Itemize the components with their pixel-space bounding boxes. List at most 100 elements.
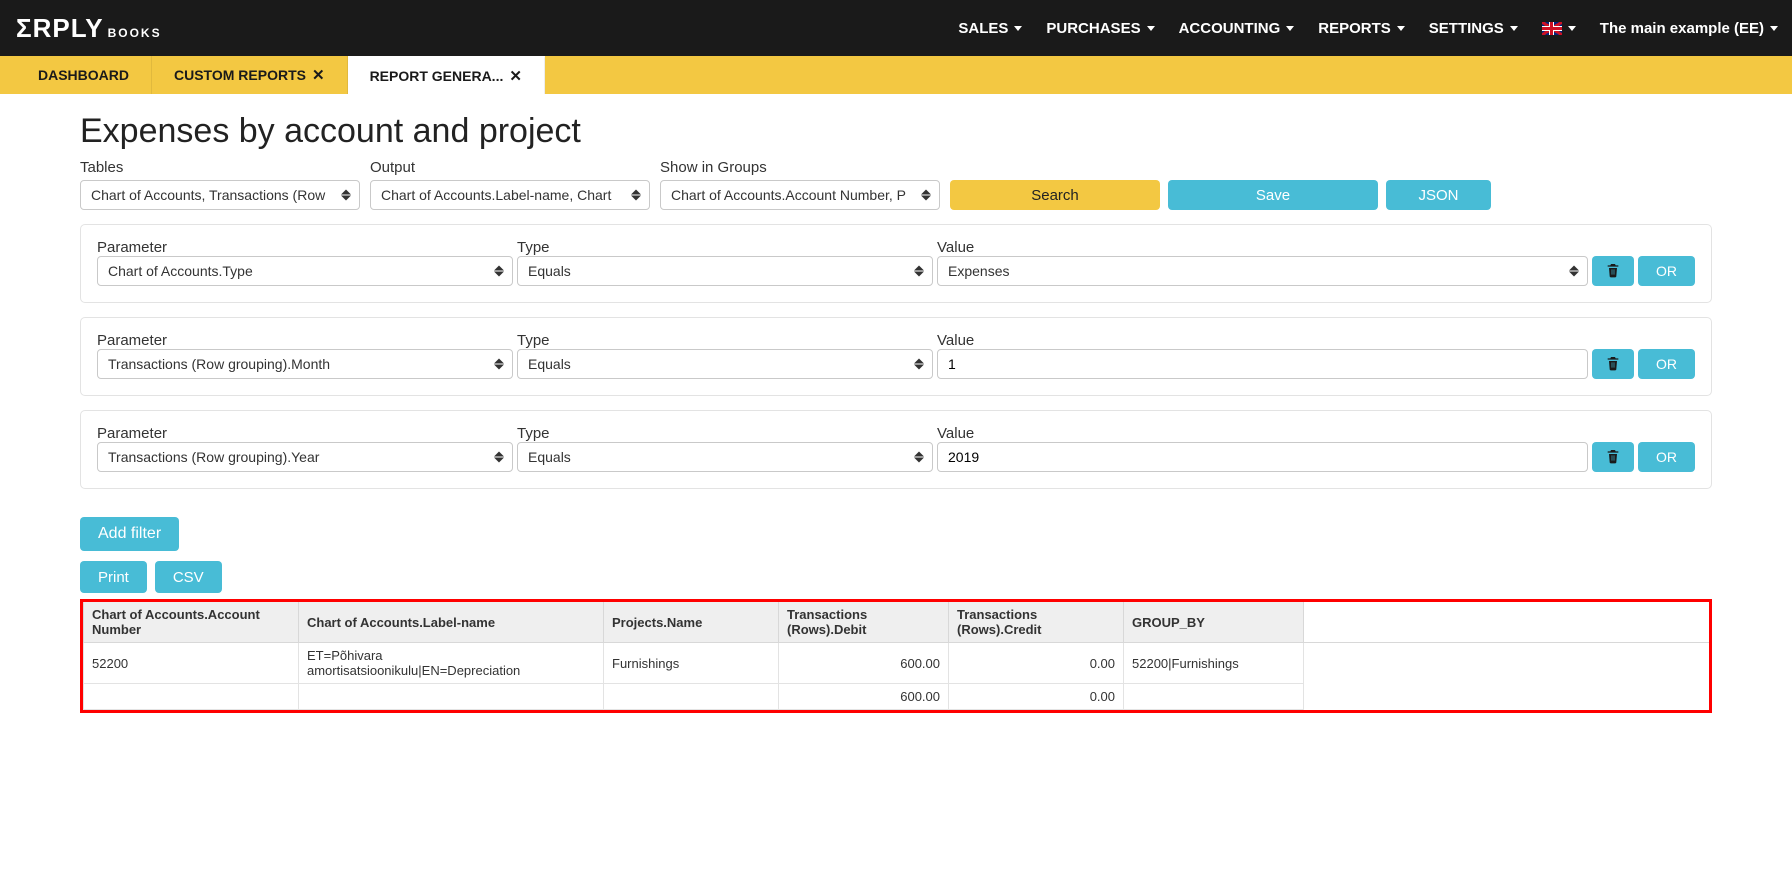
primary-actions: Search Save JSON [950, 180, 1712, 210]
sort-icon [914, 359, 924, 370]
tab-custom-reports[interactable]: CUSTOM REPORTS ✕ [152, 56, 348, 94]
nav-sales[interactable]: SALES [958, 20, 1022, 37]
chevron-down-icon [1510, 26, 1518, 31]
param-label: Parameter [97, 332, 517, 349]
filter-value-select[interactable]: Expenses [937, 256, 1588, 286]
close-icon[interactable]: ✕ [312, 66, 325, 84]
filter-parameter-select[interactable]: Chart of Accounts.Type [97, 256, 513, 286]
chevron-down-icon [1286, 26, 1294, 31]
tab-label: REPORT GENERA... [370, 68, 504, 84]
param-label: Parameter [97, 425, 517, 442]
results-highlight: Chart of Accounts.Account Number Chart o… [80, 599, 1712, 713]
table-header-row: Chart of Accounts.Account Number Chart o… [84, 602, 1710, 643]
or-button[interactable]: OR [1638, 256, 1695, 286]
cell-debit: 600.00 [779, 643, 949, 684]
tables-label: Tables [80, 159, 360, 176]
filter-type-select[interactable]: Equals [517, 442, 933, 472]
nav-settings[interactable]: SETTINGS [1429, 20, 1518, 37]
csv-button[interactable]: CSV [155, 561, 222, 593]
tables-select[interactable]: Chart of Accounts, Transactions (Row [80, 180, 360, 210]
filter-card: Parameter Type Value Transactions (Row g… [80, 317, 1712, 396]
top-nav: SALES PURCHASES ACCOUNTING REPORTS SETTI… [958, 20, 1778, 37]
groups-field: Show in Groups Chart of Accounts.Account… [660, 159, 940, 210]
filter-type-select[interactable]: Equals [517, 349, 933, 379]
col-filler [1304, 602, 1710, 643]
sort-icon [494, 266, 504, 277]
sort-icon [921, 190, 931, 201]
sort-icon [631, 190, 641, 201]
type-label: Type [517, 425, 937, 442]
col-account-number[interactable]: Chart of Accounts.Account Number [84, 602, 299, 643]
delete-filter-button[interactable] [1592, 256, 1634, 286]
nav-purchases[interactable]: PURCHASES [1046, 20, 1154, 37]
sort-icon [1569, 266, 1579, 277]
sort-icon [494, 359, 504, 370]
close-icon[interactable]: ✕ [509, 67, 522, 85]
chevron-down-icon [1568, 26, 1576, 31]
trash-icon [1605, 448, 1621, 467]
trash-icon [1605, 355, 1621, 374]
brand-main: ΣRPLY [16, 13, 104, 44]
filter-parameter-select[interactable]: Transactions (Row grouping).Year [97, 442, 513, 472]
col-credit[interactable]: Transactions (Rows).Credit [949, 602, 1124, 643]
groups-label: Show in Groups [660, 159, 940, 176]
tab-dashboard[interactable]: DASHBOARD [16, 56, 152, 94]
tables-field: Tables Chart of Accounts, Transactions (… [80, 159, 360, 210]
tab-label: DASHBOARD [38, 67, 129, 83]
table-totals-row: 600.00 0.00 [84, 684, 1710, 710]
add-filter-button[interactable]: Add filter [80, 517, 179, 551]
output-select[interactable]: Chart of Accounts.Label-name, Chart [370, 180, 650, 210]
or-button[interactable]: OR [1638, 349, 1695, 379]
chevron-down-icon [1014, 26, 1022, 31]
json-button[interactable]: JSON [1386, 180, 1491, 210]
col-label-name[interactable]: Chart of Accounts.Label-name [299, 602, 604, 643]
chevron-down-icon [1397, 26, 1405, 31]
or-button[interactable]: OR [1638, 442, 1695, 472]
nav-language[interactable] [1542, 22, 1576, 35]
tab-bar: DASHBOARD CUSTOM REPORTS ✕ REPORT GENERA… [0, 56, 1792, 94]
value-label: Value [937, 425, 1695, 442]
groups-select[interactable]: Chart of Accounts.Account Number, P [660, 180, 940, 210]
cell-group-by: 52200|Furnishings [1124, 643, 1304, 684]
cell-account-number: 52200 [84, 643, 299, 684]
page-title: Expenses by account and project [80, 112, 1712, 151]
param-label: Parameter [97, 239, 517, 256]
output-field: Output Chart of Accounts.Label-name, Cha… [370, 159, 650, 210]
delete-filter-button[interactable] [1592, 349, 1634, 379]
nav-reports[interactable]: REPORTS [1318, 20, 1405, 37]
value-label: Value [937, 239, 1695, 256]
sort-icon [341, 190, 351, 201]
type-label: Type [517, 239, 937, 256]
chevron-down-icon [1770, 26, 1778, 31]
brand-sub: BOOKS [108, 26, 162, 40]
total-credit: 0.00 [949, 684, 1124, 710]
table-row[interactable]: 52200 ET=Põhivara amortisatsioonikulu|EN… [84, 643, 1710, 684]
nav-accounting[interactable]: ACCOUNTING [1179, 20, 1295, 37]
page-content: Expenses by account and project Tables C… [0, 94, 1792, 753]
filter-parameter-select[interactable]: Transactions (Row grouping).Month [97, 349, 513, 379]
nav-company[interactable]: The main example (EE) [1600, 20, 1778, 37]
print-button[interactable]: Print [80, 561, 147, 593]
search-button[interactable]: Search [950, 180, 1160, 210]
chevron-down-icon [1147, 26, 1155, 31]
delete-filter-button[interactable] [1592, 442, 1634, 472]
filter-value-input[interactable] [937, 349, 1588, 379]
col-debit[interactable]: Transactions (Rows).Debit [779, 602, 949, 643]
filter-card: Parameter Type Value Chart of Accounts.T… [80, 224, 1712, 303]
uk-flag-icon [1542, 22, 1562, 35]
tab-label: CUSTOM REPORTS [174, 67, 306, 83]
sort-icon [914, 266, 924, 277]
total-debit: 600.00 [779, 684, 949, 710]
filter-type-select[interactable]: Equals [517, 256, 933, 286]
cell-label-name: ET=Põhivara amortisatsioonikulu|EN=Depre… [299, 643, 604, 684]
col-project-name[interactable]: Projects.Name [604, 602, 779, 643]
cell-project: Furnishings [604, 643, 779, 684]
save-button[interactable]: Save [1168, 180, 1378, 210]
brand-logo[interactable]: ΣRPLY BOOKS [16, 13, 162, 44]
filter-value-input[interactable] [937, 442, 1588, 472]
topbar: ΣRPLY BOOKS SALES PURCHASES ACCOUNTING R… [0, 0, 1792, 56]
col-group-by[interactable]: GROUP_BY [1124, 602, 1304, 643]
sort-icon [914, 452, 924, 463]
tab-report-generator[interactable]: REPORT GENERA... ✕ [348, 56, 545, 94]
export-actions: Print CSV [80, 561, 1712, 593]
